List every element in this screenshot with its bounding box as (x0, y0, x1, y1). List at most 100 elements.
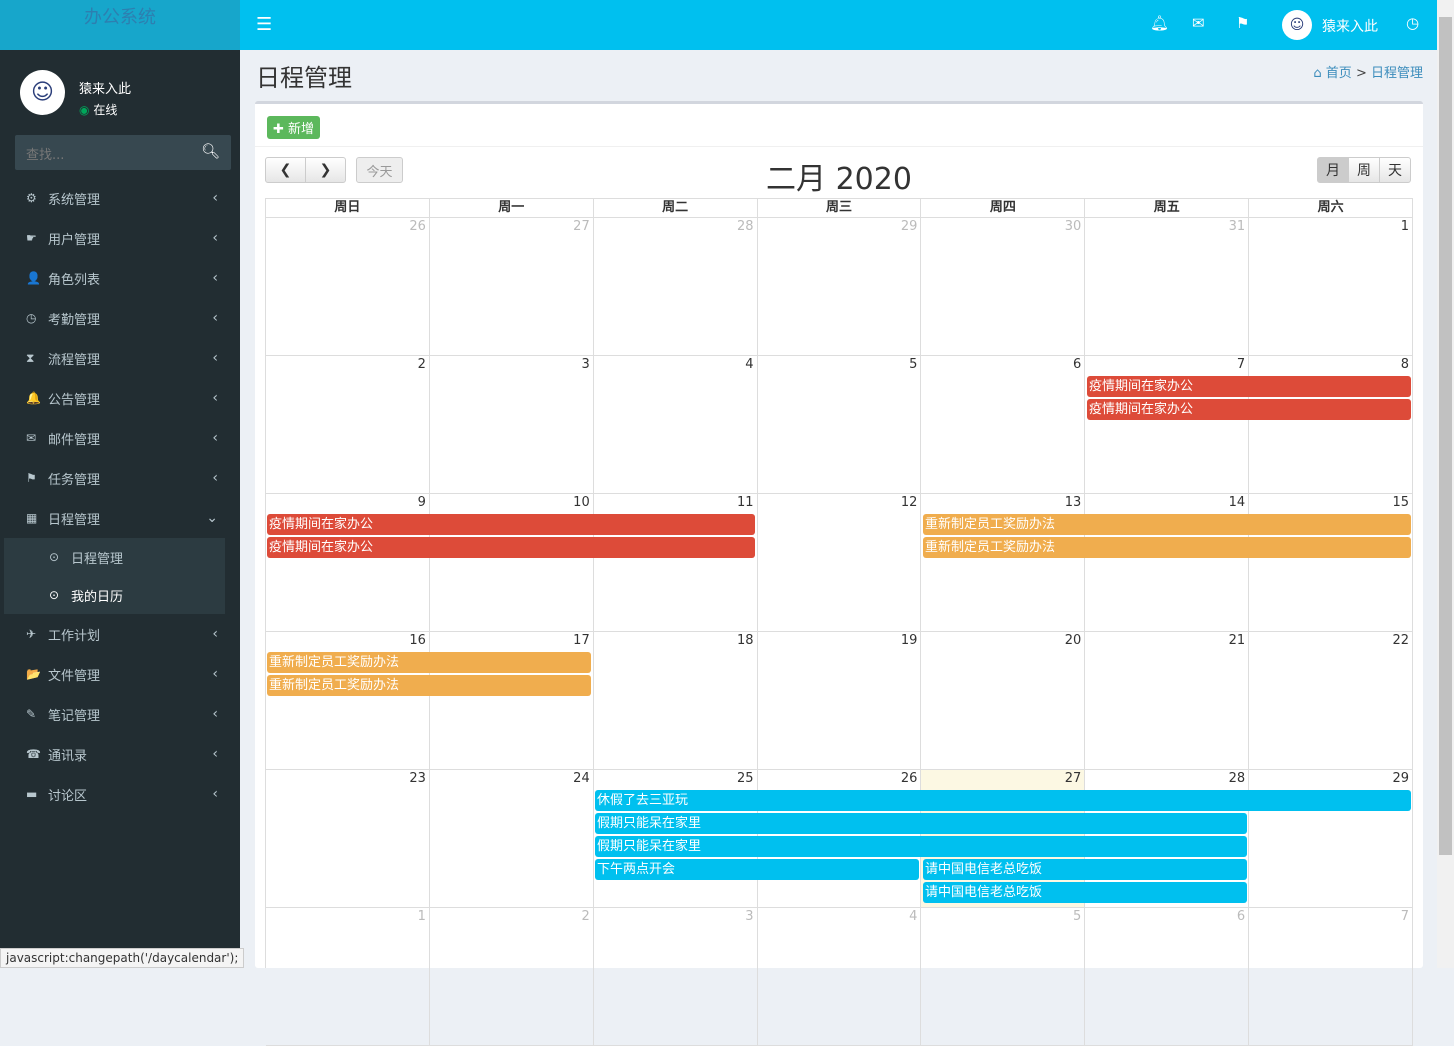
breadcrumb-home[interactable]: 首页 (1326, 66, 1352, 81)
day-cell[interactable]: 6 (1085, 908, 1249, 1045)
day-cell[interactable]: 3 (594, 908, 758, 1045)
day-cell[interactable]: 12 (758, 494, 922, 631)
sidebar-item[interactable]: ▬讨论区‹ (0, 774, 240, 814)
day-cell[interactable]: 30 (921, 218, 1085, 355)
search-input[interactable]: 查找...🔍︎ (15, 135, 231, 170)
day-cell[interactable]: 1 (266, 908, 430, 1045)
day-cell[interactable]: 1 (1249, 218, 1413, 355)
calendar-event[interactable]: 下午两点开会 (595, 859, 919, 880)
menu-icon: ◷ (26, 311, 48, 325)
app-logo[interactable]: 办公系统 (0, 0, 240, 50)
scrollbar[interactable] (1437, 0, 1454, 968)
menu-toggle-icon[interactable]: ☰ (256, 14, 272, 35)
month-view-button[interactable]: 月 (1317, 157, 1349, 183)
calendar-event[interactable]: 休假了去三亚玩 (595, 790, 1411, 811)
day-cell[interactable]: 6 (921, 356, 1085, 493)
sidebar-menu: ⚙系统管理‹☛用户管理‹👤角色列表‹◷考勤管理‹⧗流程管理‹🔔公告管理‹✉邮件管… (0, 178, 240, 814)
day-cell[interactable]: 28 (594, 218, 758, 355)
sidebar-item-label: 流程管理 (48, 349, 100, 368)
chevron-left-icon: ‹ (212, 666, 218, 682)
calendar-event[interactable]: 请中国电信老总吃饭 (923, 882, 1247, 903)
day-cell[interactable]: 3 (430, 356, 594, 493)
weekday-label: 周日 (266, 199, 430, 217)
calendar-event[interactable]: 重新制定员工奖励办法 (923, 514, 1411, 535)
menu-icon: ⧗ (26, 351, 48, 366)
day-cell[interactable]: 2 (430, 908, 594, 1045)
menu-icon: ✈ (26, 627, 48, 641)
sidebar-item[interactable]: ✎笔记管理‹ (0, 694, 240, 734)
calendar-event[interactable]: 假期只能呆在家里 (595, 813, 1247, 834)
sidebar-item[interactable]: ☛用户管理‹ (0, 218, 240, 258)
calendar-week: 23242526272829休假了去三亚玩假期只能呆在家里假期只能呆在家里下午两… (266, 770, 1413, 908)
calendar-event[interactable]: 疫情期间在家办公 (1087, 399, 1411, 420)
user-avatar[interactable]: ☺ (1282, 10, 1312, 40)
day-cell[interactable]: 4 (758, 908, 922, 1045)
day-cell[interactable]: 22 (1249, 632, 1413, 769)
sidebar-item-label: 通讯录 (48, 745, 87, 764)
calendar-event[interactable]: 疫情期间在家办公 (1087, 376, 1411, 397)
sidebar-item[interactable]: ⚑任务管理‹ (0, 458, 240, 498)
calendar-week: 1234567 (266, 908, 1413, 1046)
chevron-left-icon: ‹ (212, 470, 218, 486)
day-cell[interactable]: 31 (1085, 218, 1249, 355)
status-bar: javascript:changepath('/daycalendar'); (0, 948, 244, 968)
add-button[interactable]: ✚ 新增 (267, 116, 320, 139)
home-icon: ⌂ (1313, 66, 1321, 81)
calendar-event[interactable]: 重新制定员工奖励办法 (267, 675, 591, 696)
day-cell[interactable]: 24 (430, 770, 594, 907)
sidebar-item[interactable]: ▦日程管理⌄ (0, 498, 240, 538)
mail-icon[interactable]: ✉ (1192, 14, 1205, 32)
submenu-item-label: 我的日历 (71, 586, 123, 605)
sidebar-item[interactable]: ☎通讯录‹ (0, 734, 240, 774)
search-icon[interactable]: 🔍︎ (201, 142, 220, 160)
clock-icon[interactable]: ◷ (1406, 14, 1419, 32)
sidebar-item[interactable]: ◷考勤管理‹ (0, 298, 240, 338)
day-cell[interactable]: 19 (758, 632, 922, 769)
day-cell[interactable]: 18 (594, 632, 758, 769)
sidebar-item[interactable]: ✈工作计划‹ (0, 614, 240, 654)
chevron-left-icon: ‹ (212, 430, 218, 446)
day-cell[interactable]: 29 (758, 218, 922, 355)
user-menu[interactable]: 猿来入此 (1322, 16, 1378, 36)
scrollbar-thumb[interactable] (1439, 17, 1452, 855)
page-title: 日程管理 (256, 58, 352, 93)
circle-icon: ⊙ (49, 588, 71, 602)
sidebar-item-label: 系统管理 (48, 189, 100, 208)
day-cell[interactable]: 26 (266, 218, 430, 355)
sidebar-item[interactable]: 👤角色列表‹ (0, 258, 240, 298)
sidebar-item[interactable]: ✉邮件管理‹ (0, 418, 240, 458)
submenu-item[interactable]: ⊙我的日历 (4, 576, 225, 614)
weekday-label: 周四 (921, 199, 1085, 217)
menu-icon: ⚙ (26, 191, 48, 205)
calendar-event[interactable]: 请中国电信老总吃饭 (923, 859, 1247, 880)
day-view-button[interactable]: 天 (1379, 157, 1411, 183)
chevron-left-icon: ‹ (212, 310, 218, 326)
day-cell[interactable]: 5 (758, 356, 922, 493)
calendar-event[interactable]: 疫情期间在家办公 (267, 537, 755, 558)
day-cell[interactable]: 2 (266, 356, 430, 493)
chevron-left-icon: ‹ (212, 390, 218, 406)
sidebar-item[interactable]: ⚙系统管理‹ (0, 178, 240, 218)
day-cell[interactable]: 27 (430, 218, 594, 355)
calendar-event[interactable]: 重新制定员工奖励办法 (923, 537, 1411, 558)
menu-icon: 📂 (26, 667, 48, 681)
bell-icon[interactable]: 🔔︎ (1150, 14, 1169, 32)
day-cell[interactable]: 5 (921, 908, 1085, 1045)
day-cell[interactable]: 21 (1085, 632, 1249, 769)
day-cell[interactable]: 7 (1249, 908, 1413, 1045)
day-cell[interactable]: 20 (921, 632, 1085, 769)
sidebar-item[interactable]: ⧗流程管理‹ (0, 338, 240, 378)
day-cell[interactable]: 4 (594, 356, 758, 493)
submenu-item[interactable]: ⊙日程管理 (4, 538, 225, 576)
week-view-button[interactable]: 周 (1348, 157, 1380, 183)
calendar-event[interactable]: 疫情期间在家办公 (267, 514, 755, 535)
menu-icon: ✎ (26, 707, 48, 721)
calendar-event[interactable]: 假期只能呆在家里 (595, 836, 1247, 857)
chevron-left-icon: ‹ (212, 230, 218, 246)
weekday-label: 周五 (1085, 199, 1249, 217)
sidebar-item[interactable]: 📂文件管理‹ (0, 654, 240, 694)
flag-icon[interactable]: ⚑ (1236, 14, 1249, 32)
sidebar-item[interactable]: 🔔公告管理‹ (0, 378, 240, 418)
calendar-event[interactable]: 重新制定员工奖励办法 (267, 652, 591, 673)
day-cell[interactable]: 23 (266, 770, 430, 907)
